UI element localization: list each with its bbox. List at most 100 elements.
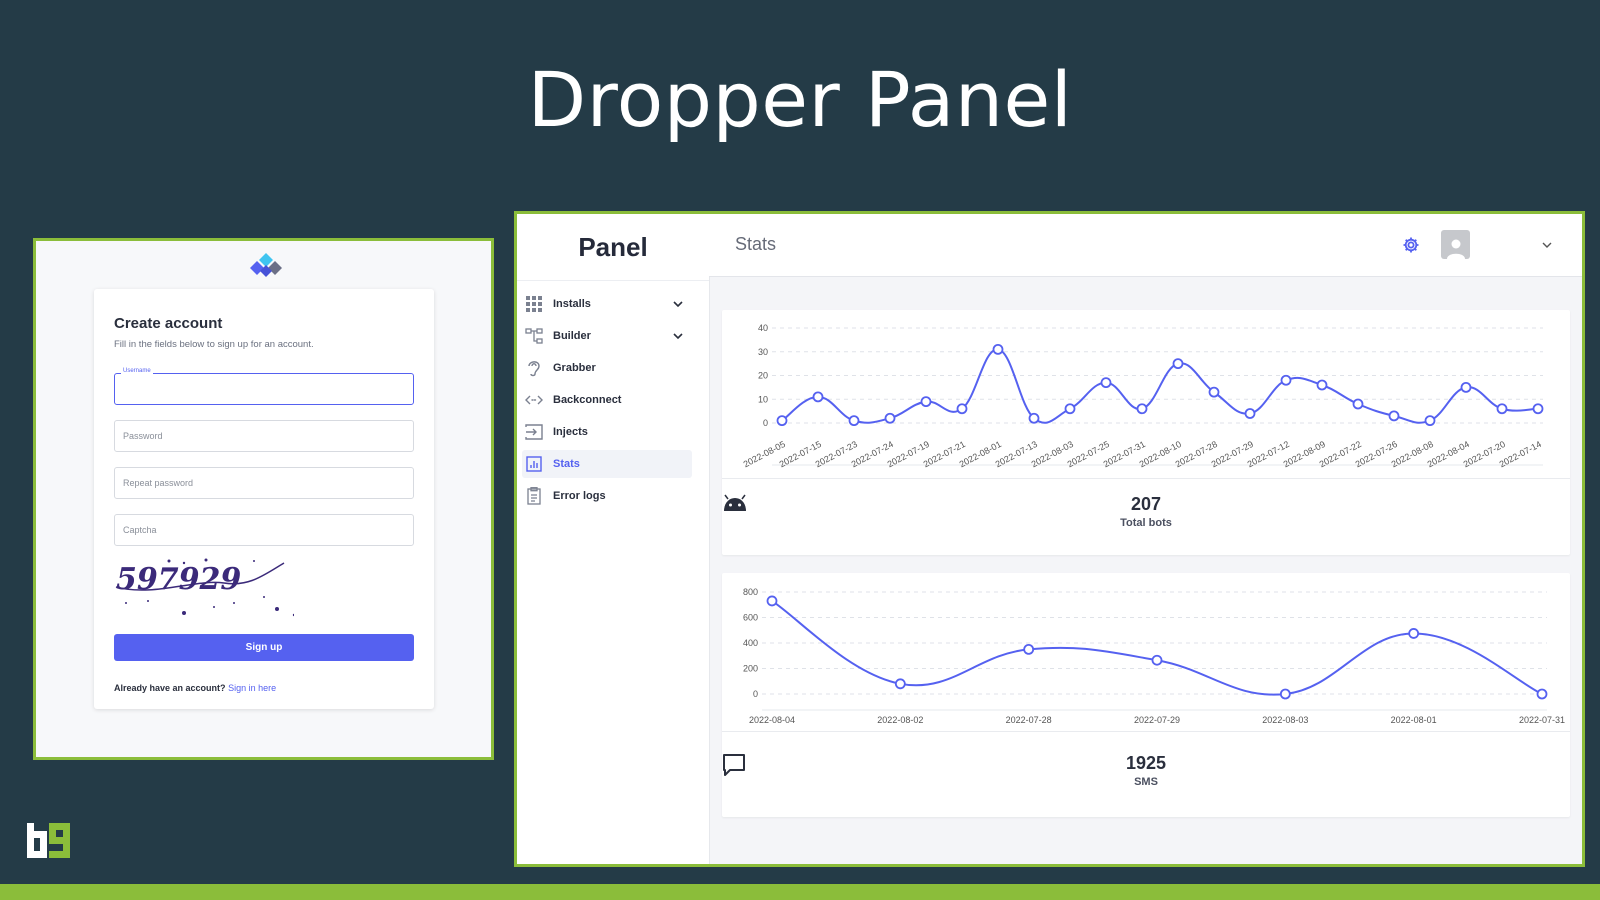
sidebar-item-label: Injects — [553, 426, 588, 438]
series-line — [781, 348, 1539, 424]
company-logo — [27, 823, 70, 858]
android-icon — [724, 494, 746, 511]
clipboard-icon — [525, 487, 543, 505]
signin-link[interactable]: Sign in here — [228, 683, 276, 693]
data-point[interactable] — [1536, 688, 1548, 700]
data-point[interactable] — [1023, 643, 1035, 655]
bots-total: 207 — [1130, 494, 1162, 514]
username-field[interactable]: Username — [114, 368, 414, 405]
sidebar-item-label: Stats — [553, 458, 580, 470]
data-point[interactable] — [848, 415, 860, 427]
sidebar: Panel Installs Builder Grabber Backconne… — [517, 214, 710, 864]
sidebar-item-backconnect[interactable]: Backconnect — [522, 386, 692, 414]
slide-title: Dropper Panel — [527, 55, 1073, 144]
sms-chart-card: 0 200 400 600 800 2022-08-04 2022-08-02 2022-07… — [722, 573, 1570, 817]
grid-icon — [525, 295, 543, 313]
card-divider — [722, 731, 1570, 732]
data-point[interactable] — [992, 343, 1004, 355]
data-point[interactable] — [956, 403, 968, 415]
captcha-text: 597929 — [116, 562, 241, 597]
password-input[interactable] — [115, 421, 413, 451]
sms-label: SMS — [1134, 776, 1158, 788]
data-point[interactable] — [1279, 688, 1291, 700]
bots-label: Total bots — [1120, 517, 1172, 529]
data-point[interactable] — [1424, 415, 1436, 427]
sms-total: 1925 — [1125, 753, 1167, 773]
x-tick-label: 2022-08-03 — [1262, 715, 1308, 725]
captcha-input[interactable] — [115, 515, 413, 545]
bots-line-chart: 0102030402022-08-052022-07-152022-07-232… — [742, 323, 1544, 469]
y-tick-label: 400 — [743, 638, 758, 648]
repeat-password-field[interactable] — [114, 467, 414, 499]
y-tick-label: 10 — [758, 394, 768, 404]
chevron-down-icon[interactable] — [672, 298, 684, 310]
signup-button[interactable]: Sign up — [114, 634, 414, 661]
data-point[interactable] — [1064, 403, 1076, 415]
username-input[interactable] — [115, 374, 413, 404]
series-line — [771, 600, 1543, 696]
data-point[interactable] — [1100, 377, 1112, 389]
sidebar-item-builder[interactable]: Builder — [522, 322, 692, 350]
panel-screenshot: Panel Installs Builder Grabber Backconne… — [514, 211, 1585, 867]
data-point[interactable] — [1388, 410, 1400, 422]
signup-title: Create account — [114, 315, 223, 332]
sidebar-item-stats[interactable]: Stats — [522, 450, 692, 478]
gear-icon[interactable] — [1402, 236, 1420, 254]
y-tick-label: 30 — [758, 347, 768, 357]
brand-logo-icon — [250, 253, 282, 277]
signup-screenshot: Create account Fill in the fields below … — [33, 238, 494, 760]
data-point[interactable] — [920, 396, 932, 408]
data-point[interactable] — [1352, 398, 1364, 410]
sitemap-icon — [525, 327, 543, 345]
captcha-image: 597929 — [115, 558, 294, 617]
bots-kpi: 207 Total bots — [722, 494, 1570, 529]
sidebar-item-injects[interactable]: Injects — [522, 418, 692, 446]
data-point[interactable] — [1460, 381, 1472, 393]
x-tick-label: 2022-08-02 — [877, 715, 923, 725]
user-icon — [1446, 239, 1465, 259]
footer-accent-bar — [0, 884, 1600, 900]
data-point[interactable] — [1244, 408, 1256, 419]
data-point[interactable] — [1280, 374, 1292, 386]
data-point[interactable] — [1496, 403, 1508, 415]
card-divider — [722, 478, 1570, 479]
message-icon — [723, 754, 745, 776]
chevron-down-icon[interactable] — [1541, 239, 1553, 251]
captcha-field[interactable] — [114, 514, 414, 546]
data-point[interactable] — [1316, 379, 1328, 391]
signup-card: Create account Fill in the fields below … — [94, 289, 434, 709]
data-point[interactable] — [1208, 386, 1220, 398]
data-point[interactable] — [776, 415, 788, 427]
data-point[interactable] — [812, 391, 824, 403]
avatar[interactable] — [1441, 230, 1470, 259]
x-tick-label: 2022-07-29 — [1134, 715, 1180, 725]
y-tick-label: 200 — [743, 664, 758, 674]
data-point[interactable] — [766, 595, 778, 607]
sidebar-item-error-logs[interactable]: Error logs — [522, 482, 692, 510]
data-point[interactable] — [1028, 412, 1040, 424]
password-field[interactable] — [114, 420, 414, 452]
y-tick-label: 0 — [763, 418, 768, 428]
data-point[interactable] — [1532, 403, 1544, 415]
ear-icon — [525, 359, 543, 377]
sidebar-item-grabber[interactable]: Grabber — [522, 354, 692, 382]
repeat-password-input[interactable] — [115, 468, 413, 498]
y-tick-label: 0 — [753, 689, 758, 699]
data-point[interactable] — [1136, 403, 1148, 415]
signup-subtitle: Fill in the fields below to sign up for … — [114, 339, 314, 350]
chevron-down-icon[interactable] — [672, 330, 684, 342]
data-point[interactable] — [884, 412, 896, 424]
import-icon — [525, 423, 543, 441]
data-point[interactable] — [1172, 358, 1184, 370]
sidebar-item-label: Installs — [553, 298, 591, 310]
have-account-text: Already have an account? — [114, 683, 226, 693]
sidebar-item-installs[interactable]: Installs — [522, 290, 692, 318]
chart-icon — [525, 455, 543, 473]
data-point[interactable] — [1408, 628, 1420, 639]
x-tick-label: 2022-07-31 — [1519, 715, 1565, 725]
x-tick-label: 2022-08-04 — [749, 715, 795, 725]
topbar: Stats — [709, 214, 1582, 277]
data-point[interactable] — [1151, 654, 1163, 666]
username-label: Username — [121, 368, 153, 374]
data-point[interactable] — [894, 678, 906, 690]
